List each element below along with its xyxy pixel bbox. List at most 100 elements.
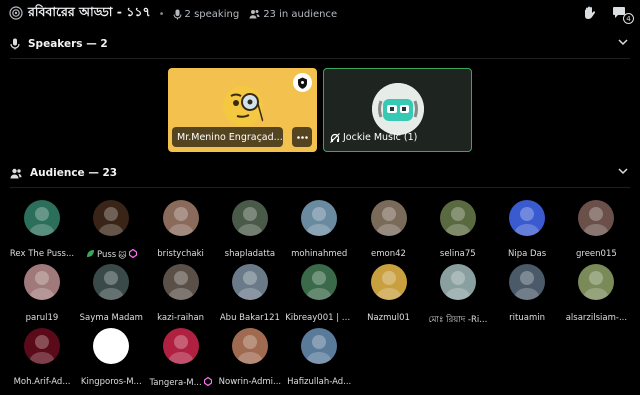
speakers-section-header[interactable]: Speakers — 2 [10, 34, 630, 54]
audience-member[interactable]: emon42 [355, 200, 423, 264]
speaker-name: Jockie Music (1) [343, 132, 418, 143]
server-boost-icon [128, 249, 137, 261]
ellipsis-icon [296, 135, 308, 139]
audience-member-name: Puss 🐱 [77, 249, 145, 261]
speaker-name-label: Jockie Music (1) [330, 132, 417, 143]
audience-member[interactable]: kazi-raihan [147, 264, 215, 328]
avatar [370, 264, 407, 300]
speaking-count-text: 2 speaking [184, 8, 240, 20]
audience-member-name: emon42 [371, 249, 406, 259]
audience-count-text: 23 in audience [263, 8, 338, 20]
audience-member[interactable]: Kingporos-M... [77, 328, 145, 392]
audience-member[interactable]: green015 [562, 200, 630, 264]
speaker-avatar [371, 83, 424, 135]
audience-member[interactable]: shapladatta [216, 200, 284, 264]
speaking-count: 2 speaking [173, 8, 240, 20]
avatar [509, 264, 546, 300]
speaker-avatar [216, 78, 269, 130]
audience-member[interactable]: Moh.Arif-Ad... [8, 328, 76, 392]
moderator-shield-icon [293, 73, 312, 92]
chevron-down-icon[interactable] [618, 38, 628, 46]
audience-member-name: Tangera-M... [147, 377, 215, 389]
audience-member[interactable]: alsarzilsiam-... [562, 264, 630, 328]
audience-member-name: Abu Bakar121 [219, 313, 280, 323]
audience-count: 23 in audience [249, 9, 337, 20]
audience-member-name: mohinahmed [291, 249, 348, 259]
audience-member-name: Nipa Das [507, 249, 547, 259]
avatar [24, 200, 60, 236]
avatar [301, 328, 338, 364]
more-options-button[interactable] [292, 127, 312, 147]
server-boost-icon [203, 377, 212, 389]
chevron-down-icon[interactable] [618, 167, 628, 175]
audience-member-name: Nowrin-Admi... [218, 377, 282, 387]
audience-member[interactable]: Nazmul01 [355, 264, 423, 328]
raise-hand-icon[interactable] [582, 5, 598, 21]
avatar [162, 264, 199, 300]
audience-member-name: selina75 [439, 249, 476, 259]
avatar [231, 328, 268, 364]
avatar [231, 200, 268, 236]
avatar [162, 200, 199, 236]
audience-member-name: মোঃ রিয়াদ -Ri... [428, 315, 488, 325]
chat-button[interactable]: 4 [612, 4, 634, 24]
audience-member-name: rituamin [509, 313, 545, 323]
audience-member-name: bristychaki [157, 249, 204, 259]
audience-member[interactable]: Tangera-M... [147, 328, 215, 392]
audience-member[interactable]: Kibreay001 | $... [285, 264, 353, 328]
avatar [509, 200, 546, 236]
jockie-bot-icon [371, 83, 424, 135]
divider [10, 187, 630, 188]
audience-section-header[interactable]: Audience — 23 [10, 163, 630, 183]
audience-member-name: Moh.Arif-Ad... [13, 377, 71, 387]
cat-emoji-icon: 🐱 [118, 250, 127, 260]
avatar [578, 264, 615, 300]
avatar [93, 200, 130, 236]
audience-member[interactable]: মোঃ রিয়াদ -Ri... [424, 264, 492, 328]
speaker-card[interactable]: Jockie Music (1) [323, 68, 472, 152]
avatar [24, 328, 60, 364]
audience-member-name: Kingporos-M... [80, 377, 142, 387]
avatar [439, 200, 476, 236]
audience-member-name: parul19 [25, 313, 59, 323]
avatar [93, 264, 130, 300]
stage-header: রবিবারের আড্ডা - ১১৭ • 2 speaking 23 in … [0, 0, 640, 28]
avatar [231, 264, 268, 300]
audience-member-name: Rex The Puss... [9, 249, 75, 259]
audience-member-name-text: Puss [97, 250, 117, 260]
audience-member[interactable]: Rex The Puss... [8, 200, 76, 264]
people-icon [249, 10, 260, 19]
stage-channel-icon [9, 6, 23, 20]
people-icon [10, 168, 22, 178]
avatar [24, 264, 60, 300]
speaker-card[interactable]: Mr.Menino Engraçad... [168, 68, 317, 152]
audience-member-name: kazi-raihan [157, 313, 205, 323]
avatar [439, 264, 476, 300]
audience-member[interactable]: Puss 🐱 [77, 200, 145, 264]
audience-member[interactable]: Hafizullah-Ad... [285, 328, 353, 392]
audience-member[interactable]: parul19 [8, 264, 76, 328]
avatar [93, 328, 130, 364]
audience-member[interactable]: Abu Bakar121 [216, 264, 284, 328]
audience-member-name: alsarzilsiam-... [565, 313, 628, 323]
audience-member[interactable]: rituamin [493, 264, 561, 328]
audience-member[interactable]: selina75 [424, 200, 492, 264]
speaker-name: Mr.Menino Engraçad... [172, 127, 283, 147]
avatar [162, 328, 199, 364]
muted-headphones-icon [330, 132, 340, 143]
audience-member[interactable]: bristychaki [147, 200, 215, 264]
audience-member[interactable]: Nipa Das [493, 200, 561, 264]
audience-member-name: Kibreay001 | $... [285, 313, 354, 323]
avatar [578, 200, 615, 236]
audience-member[interactable]: Sayma Madam [77, 264, 145, 328]
audience-member[interactable]: Nowrin-Admi... [216, 328, 284, 392]
audience-member-name: shapladatta [224, 249, 276, 259]
microphone-icon [10, 38, 20, 50]
audience-member[interactable]: mohinahmed [285, 200, 353, 264]
divider [10, 58, 630, 59]
avatar [301, 200, 338, 236]
stage-title: রবিবারের আড্ডা - ১১৭ [28, 4, 151, 19]
audience-member-name-text: Tangera-M... [149, 378, 202, 388]
speakers-section-label: Speakers — 2 [28, 38, 108, 50]
separator-dot: • [158, 8, 165, 20]
